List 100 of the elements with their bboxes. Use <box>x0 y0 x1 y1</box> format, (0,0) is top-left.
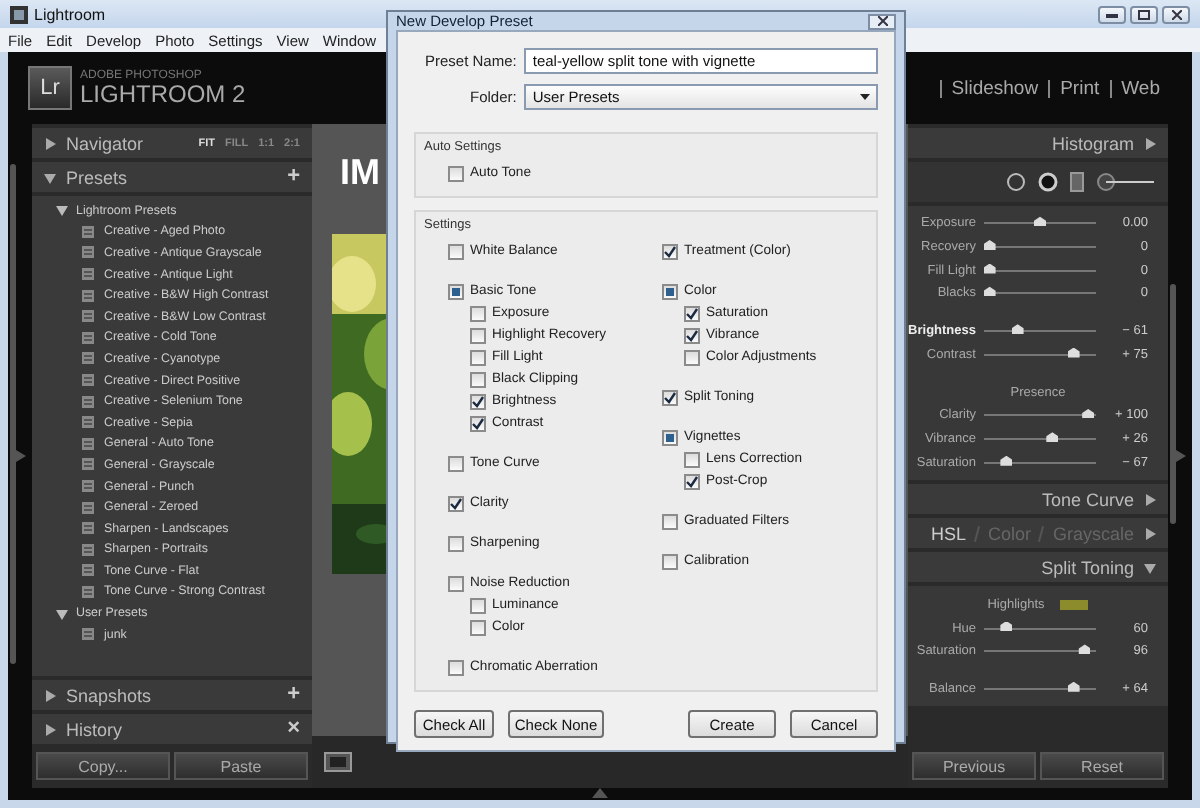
panel-button[interactable]: Previous <box>912 752 1036 780</box>
checkbox[interactable] <box>448 575 464 591</box>
collapse-icon[interactable] <box>1144 137 1156 149</box>
slider-thumb[interactable] <box>1078 644 1091 655</box>
expand-right-icon[interactable] <box>1174 450 1186 462</box>
panel-button[interactable]: Paste <box>174 752 308 780</box>
checkbox[interactable] <box>684 349 700 365</box>
preset-icon <box>82 416 94 429</box>
checkbox[interactable] <box>662 553 678 569</box>
checkbox[interactable] <box>684 473 700 489</box>
view-mode-icon[interactable] <box>324 752 352 772</box>
collapse-icon[interactable] <box>1144 561 1156 574</box>
checkbox[interactable] <box>662 389 678 405</box>
panel-title[interactable]: Snapshots <box>66 685 152 705</box>
preset-icon <box>82 480 94 493</box>
panel-action[interactable]: × <box>287 718 300 740</box>
collapse-icon[interactable] <box>56 204 68 217</box>
slider-thumb[interactable] <box>983 263 996 274</box>
close-icon <box>1171 9 1181 19</box>
checkbox[interactable] <box>448 535 464 551</box>
close-button[interactable] <box>1162 5 1190 23</box>
checkbox[interactable] <box>448 283 464 299</box>
slider-thumb[interactable] <box>1011 324 1024 335</box>
preset-icon <box>82 543 94 556</box>
checkbox[interactable] <box>470 597 486 613</box>
preset-icon <box>82 522 94 535</box>
checkbox[interactable] <box>448 495 464 511</box>
checkbox[interactable] <box>684 305 700 321</box>
panel-tab[interactable]: HSL <box>930 523 966 544</box>
checkbox[interactable] <box>448 455 464 471</box>
window-title: Lightroom <box>34 5 106 23</box>
checkbox[interactable] <box>448 659 464 675</box>
preset-icon <box>82 585 94 598</box>
preset-icon <box>82 331 94 344</box>
slider-thumb[interactable] <box>1067 681 1080 692</box>
slider-thumb[interactable] <box>1034 216 1046 227</box>
panel-action[interactable]: + <box>287 166 300 188</box>
maximize-icon <box>1138 9 1150 19</box>
checkbox[interactable] <box>448 165 464 181</box>
preset-icon <box>82 564 94 577</box>
checkbox[interactable] <box>470 371 486 387</box>
checkbox[interactable] <box>470 305 486 321</box>
color-swatch[interactable] <box>1060 599 1089 610</box>
checkbox[interactable] <box>470 619 486 635</box>
panel-action[interactable]: + <box>287 684 300 706</box>
expand-icon[interactable] <box>44 689 56 701</box>
checkbox[interactable] <box>470 349 486 365</box>
preset-icon <box>82 458 94 471</box>
image-title: IM <box>340 152 380 194</box>
slider-thumb[interactable] <box>983 286 996 297</box>
preset-icon <box>82 395 94 408</box>
slider-thumb[interactable] <box>1000 621 1013 632</box>
preset-icon <box>82 628 94 641</box>
module-link[interactable]: Slideshow <box>951 77 1039 99</box>
preset-icon <box>82 374 94 387</box>
preset-icon <box>82 501 94 514</box>
minimize-icon <box>1106 11 1118 17</box>
panel-title[interactable]: Navigator <box>66 133 144 153</box>
preset-icon <box>82 289 94 302</box>
checkbox[interactable] <box>470 327 486 343</box>
expand-icon[interactable] <box>44 137 56 149</box>
panel-title[interactable]: Presets <box>66 167 128 187</box>
filled-circle-icon[interactable] <box>1038 172 1058 192</box>
checkbox[interactable] <box>470 415 486 431</box>
close-icon <box>877 16 887 26</box>
slider-thumb[interactable] <box>1067 347 1080 358</box>
panel-title[interactable]: History <box>66 719 123 739</box>
preset-icon <box>82 246 94 259</box>
logo-title: LIGHTROOM 2 <box>80 82 246 106</box>
slider-thumb[interactable] <box>1082 408 1095 419</box>
checkbox[interactable] <box>662 243 678 259</box>
maximize-button[interactable] <box>1130 5 1158 23</box>
minimize-button[interactable] <box>1098 5 1126 23</box>
collapse-icon[interactable] <box>44 171 56 183</box>
slider-thumb[interactable] <box>1046 432 1059 443</box>
collapse-icon[interactable] <box>56 607 68 620</box>
checkbox[interactable] <box>662 429 678 445</box>
checkbox[interactable] <box>662 513 678 529</box>
preset-icon <box>82 225 94 238</box>
checkbox[interactable] <box>662 283 678 299</box>
dialog-close-button[interactable] <box>868 13 896 29</box>
expand-icon[interactable] <box>44 723 56 735</box>
expand-left-icon[interactable] <box>14 450 26 462</box>
checkbox[interactable] <box>470 393 486 409</box>
panel-button[interactable]: Reset <box>1040 752 1164 780</box>
module-link[interactable]: Web <box>1121 77 1160 99</box>
module-link[interactable]: Print <box>1060 77 1100 99</box>
slider-thumb[interactable] <box>983 240 996 251</box>
preset-icon <box>82 310 94 323</box>
circle-tool-icon[interactable] <box>1006 172 1026 192</box>
app-icon <box>10 5 28 23</box>
checkbox[interactable] <box>448 243 464 259</box>
collapse-icon[interactable] <box>1144 493 1156 506</box>
slider-thumb[interactable] <box>1000 455 1013 466</box>
preset-icon <box>82 268 94 281</box>
checkbox[interactable] <box>684 451 700 467</box>
dropdown-caret-icon <box>860 94 870 100</box>
checkbox[interactable] <box>684 327 700 343</box>
panel-button[interactable]: Copy... <box>36 752 170 780</box>
collapse-icon[interactable] <box>1144 527 1156 540</box>
